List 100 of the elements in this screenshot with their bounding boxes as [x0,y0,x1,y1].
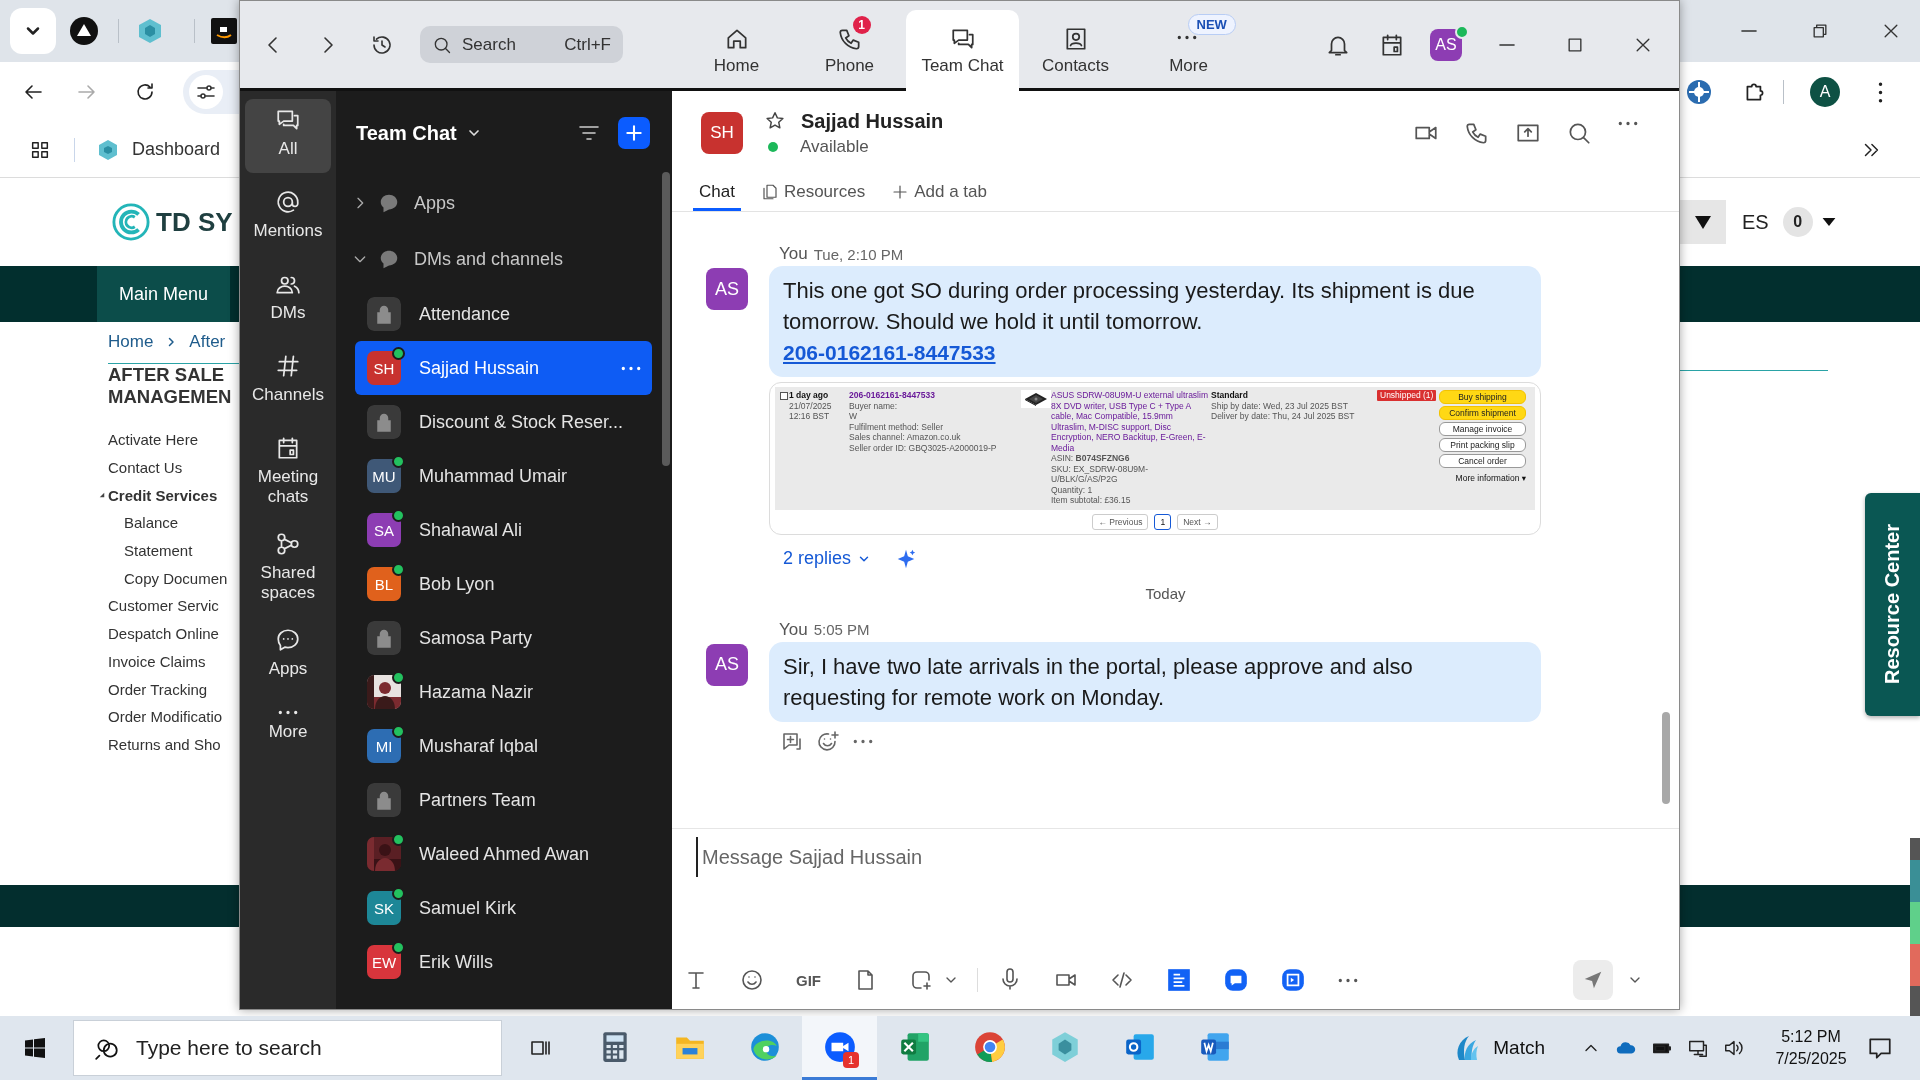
avatar: AS [706,643,748,686]
chat-list-item[interactable]: SK Samuel Kirk [355,881,652,935]
replies-link[interactable]: 2 replies [783,548,872,569]
chat-list-item[interactable]: EW Erik Wills [355,935,652,989]
menu-icon[interactable] [1877,81,1884,103]
speech-bubble-icon [275,627,301,653]
rail-item[interactable]: Shared spaces [245,523,331,611]
chat-list-item[interactable]: BL Bob Lyon [355,557,652,611]
nav-tab[interactable]: 1 Phone [793,10,906,91]
clock[interactable]: 5:12 PM 7/25/2025 [1769,1026,1853,1070]
date-divider: Today [1145,584,1186,602]
breadcrumb-link[interactable]: After [189,332,226,352]
chat-list-item[interactable]: SA Shahawal Ali [355,503,652,557]
gif-button[interactable]: GIF [796,971,821,989]
more-icon[interactable] [852,738,874,745]
menu-link[interactable]: Balance [124,514,179,532]
resource-center-tab[interactable]: Resource Center [1865,493,1920,716]
menu-link[interactable]: Despatch Online [108,625,219,643]
chat-list-item[interactable]: MI Musharaf Iqbal [355,719,652,773]
nav-tab[interactable]: Team Chat [906,10,1019,91]
menu-link[interactable]: Order Modificatio [108,708,223,726]
scrollbar[interactable] [1662,712,1670,804]
chat-list-item[interactable]: Discount & Stock Reser... [355,395,652,449]
chat-tab[interactable]: Resources [754,175,872,211]
menu-link[interactable]: Copy Documen [124,569,228,587]
section-header[interactable]: DMs and channels [336,231,672,287]
menu-link[interactable]: Invoice Claims [108,652,206,670]
screenshot-icon[interactable] [909,968,933,992]
dropdown-button[interactable] [1680,200,1726,244]
page-heading: AFTER SALE [108,364,225,386]
panel-title[interactable]: Team Chat [356,121,457,145]
menu-link[interactable]: Credit Services [108,486,218,504]
caret-down-icon[interactable] [1820,217,1837,227]
screenshot-attachment[interactable] [769,382,1541,535]
expand-triangle-icon[interactable] [99,492,105,499]
section-header[interactable]: Apps [336,175,672,231]
triangle-favicon-icon[interactable] [69,16,99,46]
chat-list-item[interactable]: Partners Team [355,773,652,827]
nav-tab[interactable]: Contacts [1019,10,1132,91]
search-field[interactable]: Search Ctrl+F [420,26,623,63]
menu-link[interactable]: Returns and Sho [108,735,221,753]
page-number: 1 [1154,513,1172,530]
bookmark-link[interactable]: Dashboard [97,138,221,161]
rail-item[interactable]: Mentions [245,181,331,255]
rail-item[interactable]: Meeting chats [245,427,331,515]
chat-list-item[interactable]: Hazama Nazir [355,665,652,719]
chat-list-item[interactable]: Attendance [355,287,652,341]
order-link[interactable]: 206-0162161-8447533 [783,337,996,368]
rail-item[interactable]: DMs [245,263,331,337]
main-menu-tab[interactable]: Main Menu [97,266,230,322]
chat-list-item[interactable]: Samosa Party [355,611,652,665]
screen-app-icon[interactable] [1280,967,1306,993]
more-icon [1175,33,1198,41]
chat-app-icon[interactable] [1223,967,1249,993]
avatar: AS [706,268,748,310]
more-icon[interactable] [1617,120,1639,127]
rail-item[interactable]: Apps [245,619,331,693]
new-chat-button[interactable] [618,117,650,149]
breadcrumb-link[interactable]: Home [108,332,154,352]
chat-tab[interactable]: Chat [693,175,741,211]
menu-link[interactable]: Customer Servic [108,597,219,615]
notification-icon[interactable] [1867,1035,1893,1061]
chat-tab[interactable]: Add a tab [885,175,993,211]
address-field[interactable] [183,70,239,114]
emoji-icon[interactable] [740,968,764,992]
scrollbar[interactable] [662,172,670,466]
nav-tab[interactable]: NEW More [1132,10,1245,91]
search-field[interactable]: Type here to search [73,1020,502,1076]
menu-link[interactable]: Activate Here [108,431,199,449]
site-settings-icon[interactable] [189,75,223,109]
menu-link[interactable]: Contact Us [108,459,183,477]
chat-list-item[interactable]: Waleed Ahmed Awan [355,827,652,881]
chat-list-item[interactable]: MU Muhammad Umair [355,449,652,503]
menu-link[interactable]: Statement [124,542,193,560]
widget-label[interactable]: Match [1493,1037,1545,1059]
more-icon[interactable] [1337,976,1359,984]
tab-search-button[interactable] [10,8,56,54]
order-id-link: 206-0162161-8447533 [849,390,936,401]
minimize-icon [1499,43,1515,46]
extension-icon[interactable] [1686,79,1712,105]
user-avatar[interactable]: AS [1430,28,1462,61]
nav-tab[interactable]: Home [680,10,793,91]
menu-link[interactable]: Order Tracking [108,680,208,698]
taskbar-app[interactable]: 1 [802,1016,877,1080]
document-app-icon[interactable] [1166,967,1192,993]
send-button[interactable] [1573,960,1613,1000]
language-label[interactable]: ES [1742,210,1769,234]
start-button[interactable] [23,1036,47,1060]
square-favicon-icon[interactable] [211,18,237,44]
rail-item[interactable]: All [245,99,331,173]
add-reaction-icon[interactable] [816,729,840,754]
more-icon[interactable] [620,364,642,372]
new-badge: NEW [1187,13,1236,35]
hexagon-favicon-icon[interactable] [137,18,163,44]
product-title: ASUS SDRW-08U9M-U external ultraslim 8X DVD writer, USB Type C + Type A cable, Mac Compatible, 15.9mm Ultraslim, M-DISC support, Disc Encryption, NERO Backitup, E-Green, E-Media [1051,390,1208,453]
phone-icon[interactable] [1464,120,1490,146]
rail-item[interactable]: Channels [245,345,331,419]
chat-list-item[interactable]: SH Sajjad Hussain [355,341,652,395]
profile-avatar[interactable]: A [1810,77,1840,107]
rail-item[interactable]: More [245,701,331,775]
